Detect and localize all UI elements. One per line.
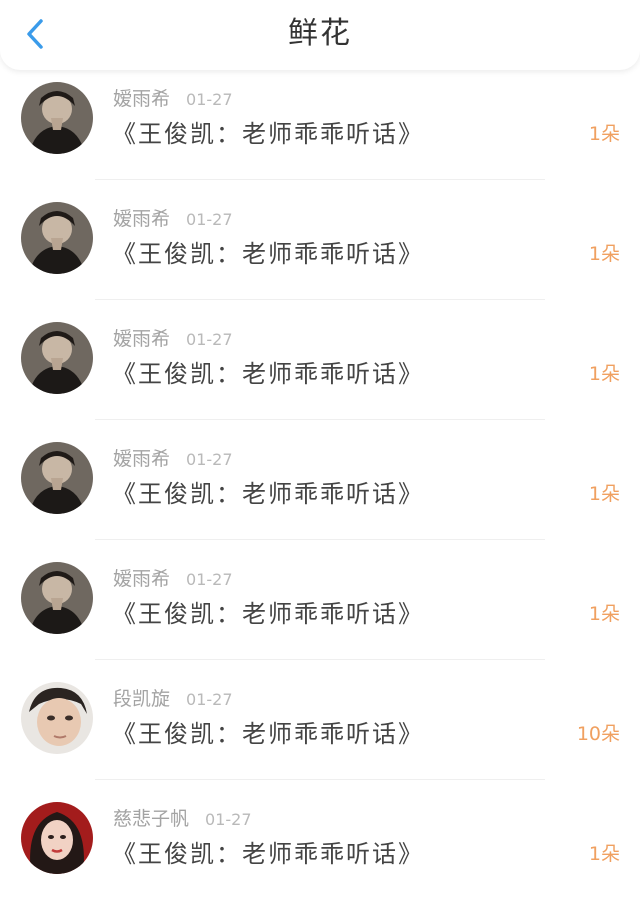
flower-count: 10朵	[576, 723, 620, 745]
item-meta: 嫒雨希 01-27	[113, 86, 233, 113]
flower-count: 1朵	[588, 843, 620, 865]
avatar[interactable]	[21, 562, 93, 634]
item-message: 《王俊凯：老师乖乖听话》	[112, 360, 424, 388]
list-item[interactable]: 嫒雨希 01-27 《王俊凯：老师乖乖听话》 1朵	[0, 300, 640, 420]
item-message: 《王俊凯：老师乖乖听话》	[112, 600, 424, 628]
sender-name[interactable]: 嫒雨希	[113, 568, 170, 590]
item-date: 01-27	[186, 90, 233, 109]
item-message: 《王俊凯：老师乖乖听话》	[112, 480, 424, 508]
list-item[interactable]: 嫒雨希 01-27 《王俊凯：老师乖乖听话》 1朵	[0, 420, 640, 540]
dark-portrait-avatar	[21, 82, 93, 154]
flower-count: 1朵	[588, 243, 620, 265]
page-title: 鲜花	[288, 16, 352, 51]
light-portrait-avatar	[21, 682, 93, 754]
flower-count: 1朵	[588, 483, 620, 505]
item-meta: 嫒雨希 01-27	[113, 206, 233, 233]
avatar[interactable]	[21, 442, 93, 514]
item-message: 《王俊凯：老师乖乖听话》	[112, 240, 424, 268]
item-message: 《王俊凯：老师乖乖听话》	[112, 120, 424, 148]
flower-count: 1朵	[588, 123, 620, 145]
list-item[interactable]: 慈悲子帆 01-27 《王俊凯：老师乖乖听话》 1朵	[0, 780, 640, 900]
item-meta: 嫒雨希 01-27	[113, 446, 233, 473]
sender-name[interactable]: 嫒雨希	[113, 328, 170, 350]
item-date: 01-27	[186, 570, 233, 589]
dark-portrait-avatar	[21, 442, 93, 514]
sender-name[interactable]: 嫒雨希	[113, 88, 170, 110]
item-date: 01-27	[186, 330, 233, 349]
item-message: 《王俊凯：老师乖乖听话》	[112, 720, 424, 748]
item-message: 《王俊凯：老师乖乖听话》	[112, 840, 424, 868]
item-meta: 嫒雨希 01-27	[113, 566, 233, 593]
list-item[interactable]: 段凯旋 01-27 《王俊凯：老师乖乖听话》 10朵	[0, 660, 640, 780]
dark-portrait-avatar	[21, 202, 93, 274]
item-date: 01-27	[186, 450, 233, 469]
dark-portrait-avatar	[21, 322, 93, 394]
item-date: 01-27	[186, 690, 233, 709]
sender-name[interactable]: 慈悲子帆	[113, 808, 189, 830]
item-date: 01-27	[186, 210, 233, 229]
list-item[interactable]: 嫒雨希 01-27 《王俊凯：老师乖乖听话》 1朵	[0, 180, 640, 300]
item-meta: 段凯旋 01-27	[113, 686, 233, 713]
avatar[interactable]	[21, 322, 93, 394]
avatar[interactable]	[21, 682, 93, 754]
red-portrait-avatar	[21, 802, 93, 874]
item-meta: 嫒雨希 01-27	[113, 326, 233, 353]
sender-name[interactable]: 嫒雨希	[113, 448, 170, 470]
sender-name[interactable]: 段凯旋	[113, 688, 170, 710]
item-meta: 慈悲子帆 01-27	[113, 806, 252, 833]
item-date: 01-27	[205, 810, 252, 829]
avatar[interactable]	[21, 82, 93, 154]
dark-portrait-avatar	[21, 562, 93, 634]
list-item[interactable]: 嫒雨希 01-27 《王俊凯：老师乖乖听话》 1朵	[0, 540, 640, 660]
flower-count: 1朵	[588, 363, 620, 385]
avatar[interactable]	[21, 202, 93, 274]
top-nav-bar: 鲜花	[0, 0, 640, 70]
flower-list: 嫒雨希 01-27 《王俊凯：老师乖乖听话》 1朵 嫒雨希 01-27 《王俊凯：老…	[0, 60, 640, 900]
sender-name[interactable]: 嫒雨希	[113, 208, 170, 230]
avatar[interactable]	[21, 802, 93, 874]
list-item[interactable]: 嫒雨希 01-27 《王俊凯：老师乖乖听话》 1朵	[0, 60, 640, 180]
flower-count: 1朵	[588, 603, 620, 625]
